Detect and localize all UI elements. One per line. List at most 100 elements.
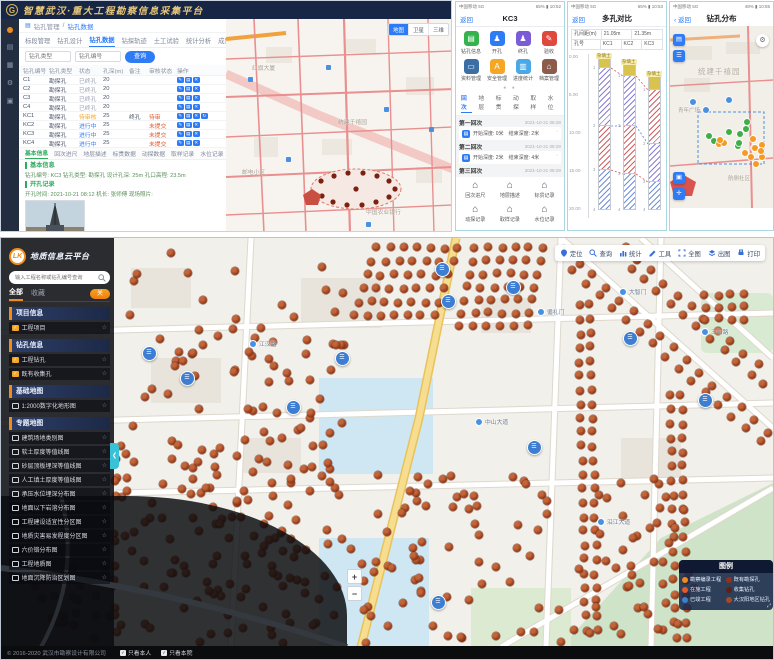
borehole-dot[interactable] — [316, 395, 324, 403]
desktop-map-pane[interactable]: 统建千禧园红旗大厦中国农业银行邮电小区 地图卫星三维 — [226, 19, 452, 231]
borehole-dot[interactable] — [683, 634, 691, 642]
blue-borehole-dot[interactable] — [690, 99, 696, 105]
detail-tab-2[interactable]: 地层描述 — [83, 149, 106, 160]
borehole-dot[interactable] — [535, 604, 543, 612]
borehole-dot[interactable] — [469, 322, 477, 330]
borehole-dot[interactable] — [627, 562, 635, 570]
borehole-dot[interactable] — [715, 292, 723, 300]
row-action-button[interactable]: ✎ — [177, 95, 184, 102]
borehole-dot[interactable] — [255, 455, 263, 463]
borehole-cluster-marker[interactable]: ☰ — [335, 351, 350, 366]
borehole-dot[interactable] — [338, 419, 346, 427]
layer-checkbox[interactable]: ✓ — [12, 325, 19, 332]
borehole-dot[interactable] — [501, 295, 509, 303]
borehole-dot[interactable] — [377, 312, 385, 320]
back-button[interactable]: 返回 — [572, 14, 585, 24]
borehole-dot[interactable] — [679, 491, 687, 499]
borehole-dot[interactable] — [543, 497, 551, 505]
row-action-button[interactable]: ▤ — [185, 104, 192, 111]
panel-toggle-button[interactable]: 关 — [90, 289, 110, 299]
row-action-button[interactable]: ▤ — [185, 140, 192, 147]
sidebar-home-icon[interactable] — [7, 27, 13, 33]
borehole-column-KC3[interactable] — [648, 76, 661, 210]
borehole-dot[interactable] — [759, 380, 767, 388]
borehole-cluster-marker[interactable]: ☰ — [180, 371, 195, 386]
table-row[interactable]: KC4勘探孔进行中25未提交✎▤✕ — [19, 139, 226, 148]
borehole-column-KC1[interactable] — [598, 58, 611, 210]
borehole-dot[interactable] — [384, 622, 392, 630]
borehole-dot[interactable] — [168, 455, 176, 463]
borehole-dot[interactable] — [230, 368, 238, 376]
borehole-dot[interactable] — [530, 284, 538, 292]
module-tab-4[interactable]: 土工试验 — [154, 36, 179, 47]
borehole-dot[interactable] — [476, 284, 484, 292]
borehole-dot[interactable] — [619, 546, 627, 554]
borehole-dot[interactable] — [257, 324, 265, 332]
borehole-dot[interactable] — [649, 339, 657, 347]
borehole-dot[interactable] — [678, 461, 686, 469]
borehole-cluster-marker[interactable]: ☰ — [698, 393, 713, 408]
borehole-dot[interactable] — [499, 244, 507, 252]
layer-item[interactable]: 地质灾害易发程度分区图☆ — [9, 530, 110, 543]
borehole-dot[interactable] — [602, 284, 610, 292]
borehole-dot[interactable] — [576, 344, 584, 352]
borehole-dot[interactable] — [680, 506, 688, 514]
row-action-button[interactable]: ✕ — [193, 86, 200, 93]
borehole-dot[interactable] — [350, 311, 358, 319]
orange-borehole-dot[interactable] — [759, 154, 765, 160]
borehole-dot[interactable] — [579, 499, 587, 507]
toolbar-打印[interactable]: 打印 — [737, 244, 760, 262]
borehole-dot[interactable] — [666, 420, 674, 428]
borehole-dot[interactable] — [740, 316, 748, 324]
borehole-dot[interactable] — [302, 350, 310, 358]
borehole-dot[interactable] — [431, 311, 439, 319]
borehole-dot[interactable] — [355, 299, 363, 307]
borehole-dot[interactable] — [757, 437, 765, 445]
layer-checkbox[interactable] — [12, 575, 19, 582]
borehole-dot[interactable] — [285, 377, 293, 385]
borehole-dot[interactable] — [647, 266, 655, 274]
layer-checkbox[interactable] — [12, 477, 19, 484]
checkbox[interactable]: ✓ — [161, 650, 167, 656]
borehole-dot[interactable] — [543, 510, 551, 518]
borehole-dot[interactable] — [327, 366, 335, 374]
detail-tab-4[interactable]: 动探数据 — [142, 149, 165, 160]
borehole-dot[interactable] — [593, 584, 601, 592]
checkbox[interactable]: ✓ — [120, 650, 126, 656]
row-action-button[interactable]: ✎ — [177, 104, 184, 111]
borehole-dot[interactable] — [576, 301, 584, 309]
app-icon-验收[interactable]: ✎验收 — [536, 31, 562, 55]
borehole-dot[interactable] — [491, 284, 499, 292]
borehole-dot[interactable] — [498, 310, 506, 318]
borehole-dot[interactable] — [181, 462, 189, 470]
borehole-dot[interactable] — [184, 269, 192, 277]
module-tab-1[interactable]: 钻孔设计 — [57, 36, 82, 47]
borehole-dot[interactable] — [360, 606, 368, 614]
borehole-dot[interactable] — [715, 304, 723, 312]
borehole-cluster-marker[interactable]: ☰ — [441, 294, 456, 309]
borehole-dot[interactable] — [577, 331, 585, 339]
borehole-dot[interactable] — [122, 450, 130, 458]
row-action-button[interactable]: ▤ — [185, 113, 192, 120]
borehole-dot[interactable] — [659, 580, 667, 588]
borehole-dot[interactable] — [423, 257, 431, 265]
borehole-dot[interactable] — [307, 409, 315, 417]
borehole-dot[interactable] — [492, 632, 500, 640]
sidebar-tab-收藏[interactable]: 收藏 — [31, 288, 45, 300]
row-action-button[interactable]: ✕ — [193, 77, 200, 84]
toolbar-定位[interactable]: 定位 — [560, 244, 583, 262]
borehole-dot[interactable] — [130, 277, 138, 285]
back-button[interactable]: 返回 — [460, 14, 473, 24]
record-tab-回次[interactable]: 回次 — [461, 93, 472, 113]
layer-item[interactable]: 工程地质图☆ — [9, 558, 110, 571]
borehole-dot[interactable] — [674, 292, 682, 300]
borehole-dot[interactable] — [390, 311, 398, 319]
borehole-dot[interactable] — [581, 542, 589, 550]
borehole-dot[interactable] — [622, 316, 630, 324]
borehole-dot[interactable] — [588, 401, 596, 409]
borehole-dot[interactable] — [178, 485, 186, 493]
borehole-dot[interactable] — [701, 316, 709, 324]
detail-tab-3[interactable]: 标贯数据 — [113, 149, 136, 160]
borehole-dot[interactable] — [671, 604, 679, 612]
basemap-option-2[interactable]: 三维 — [429, 24, 448, 35]
